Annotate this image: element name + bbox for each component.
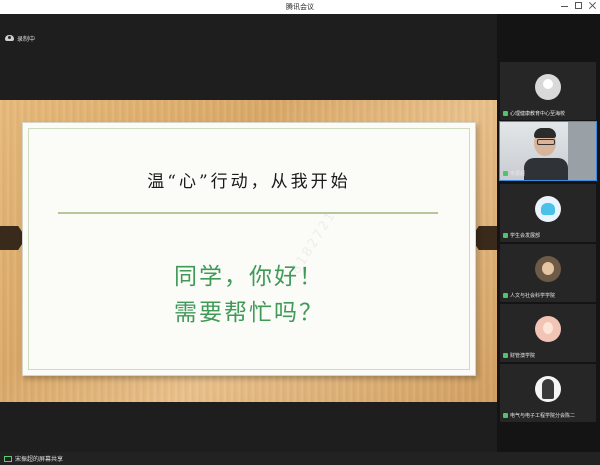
screen-share-icon bbox=[4, 455, 12, 462]
slide-greeting-line-1: 同学，你好！ bbox=[174, 264, 324, 290]
participant-name: 学生会发展部 bbox=[510, 233, 541, 239]
maximize-icon[interactable] bbox=[575, 2, 582, 9]
participant-label: 人文与社会科学学院 bbox=[503, 292, 555, 299]
participant-name: 财管澳学院 bbox=[510, 353, 536, 359]
mic-icon bbox=[503, 413, 508, 418]
person-body bbox=[524, 158, 568, 180]
person-hair bbox=[534, 128, 556, 138]
participant-tile[interactable]: 心理健康教育中心至海校 bbox=[500, 62, 596, 120]
participant-label: 学生会发展部 bbox=[503, 232, 540, 239]
wood-board-background: 温“心”行动，从我开始 8182721 同学，你好！ 需要帮忙吗？ bbox=[0, 100, 497, 402]
screen-share-label: 宋振超的屏幕共享 bbox=[15, 456, 64, 463]
mic-icon bbox=[503, 233, 508, 238]
slide-divider bbox=[58, 212, 438, 214]
participant-name: 宋振超 bbox=[510, 171, 526, 177]
cartoon-avatar-icon bbox=[535, 196, 561, 222]
anime-avatar-icon bbox=[535, 256, 561, 282]
participant-tile[interactable]: 电气与电子工程学院分会陈二 bbox=[500, 364, 596, 422]
window-controls bbox=[561, 2, 596, 9]
mic-icon bbox=[503, 171, 508, 176]
participant-label: 心理健康教育中心至海校 bbox=[503, 110, 565, 117]
participant-name: 心理健康教育中心至海校 bbox=[510, 111, 566, 117]
participants-panel: 心理健康教育中心至海校 宋振超 学生会发展部 人文与社会科学学院 财管澳学院 电… bbox=[497, 14, 600, 452]
participant-label: 财管澳学院 bbox=[503, 352, 535, 359]
default-avatar-icon bbox=[535, 74, 561, 100]
mic-icon bbox=[503, 293, 508, 298]
person-glasses bbox=[537, 139, 555, 145]
participant-tile[interactable]: 学生会发展部 bbox=[500, 184, 596, 242]
photo-avatar-icon bbox=[535, 376, 561, 402]
participant-tile-speaking[interactable]: 宋振超 bbox=[499, 121, 597, 181]
slide-paper: 温“心”行动，从我开始 8182721 同学，你好！ 需要帮忙吗？ bbox=[22, 122, 476, 376]
mic-icon bbox=[503, 353, 508, 358]
screen-share-indicator[interactable]: 宋振超的屏幕共享 bbox=[0, 454, 63, 463]
cloud-record-icon bbox=[5, 35, 14, 41]
background-shelf bbox=[568, 122, 596, 180]
close-icon[interactable] bbox=[589, 2, 596, 9]
slide-inner-border bbox=[28, 128, 470, 370]
slide-greeting-line-2: 需要帮忙吗？ bbox=[174, 300, 324, 326]
title-bar: 腾讯会议 bbox=[0, 0, 600, 15]
participant-name: 电气与电子工程学院分会陈二 bbox=[510, 413, 576, 419]
shared-screen: 温“心”行动，从我开始 8182721 同学，你好！ 需要帮忙吗？ bbox=[0, 100, 497, 402]
minimize-icon[interactable] bbox=[561, 2, 568, 9]
participant-name: 人文与社会科学学院 bbox=[510, 293, 556, 299]
participant-tile[interactable]: 人文与社会科学学院 bbox=[500, 244, 596, 302]
participant-label: 宋振超 bbox=[503, 170, 525, 177]
slide-title: 温“心”行动，从我开始 bbox=[147, 172, 351, 192]
main-stage: 录制中 温“心”行动，从我开始 8182721 同学，你好！ 需要帮忙吗？ bbox=[0, 14, 497, 452]
mic-icon bbox=[503, 111, 508, 116]
participant-tile[interactable]: 财管澳学院 bbox=[500, 304, 596, 362]
recording-indicator[interactable]: 录制中 bbox=[5, 32, 35, 44]
recording-label: 录制中 bbox=[17, 35, 36, 43]
window-title: 腾讯会议 bbox=[286, 3, 314, 11]
status-footer: 宋振超的屏幕共享 bbox=[0, 452, 600, 465]
anime-avatar-icon bbox=[535, 316, 561, 342]
participant-label: 电气与电子工程学院分会陈二 bbox=[503, 412, 575, 419]
